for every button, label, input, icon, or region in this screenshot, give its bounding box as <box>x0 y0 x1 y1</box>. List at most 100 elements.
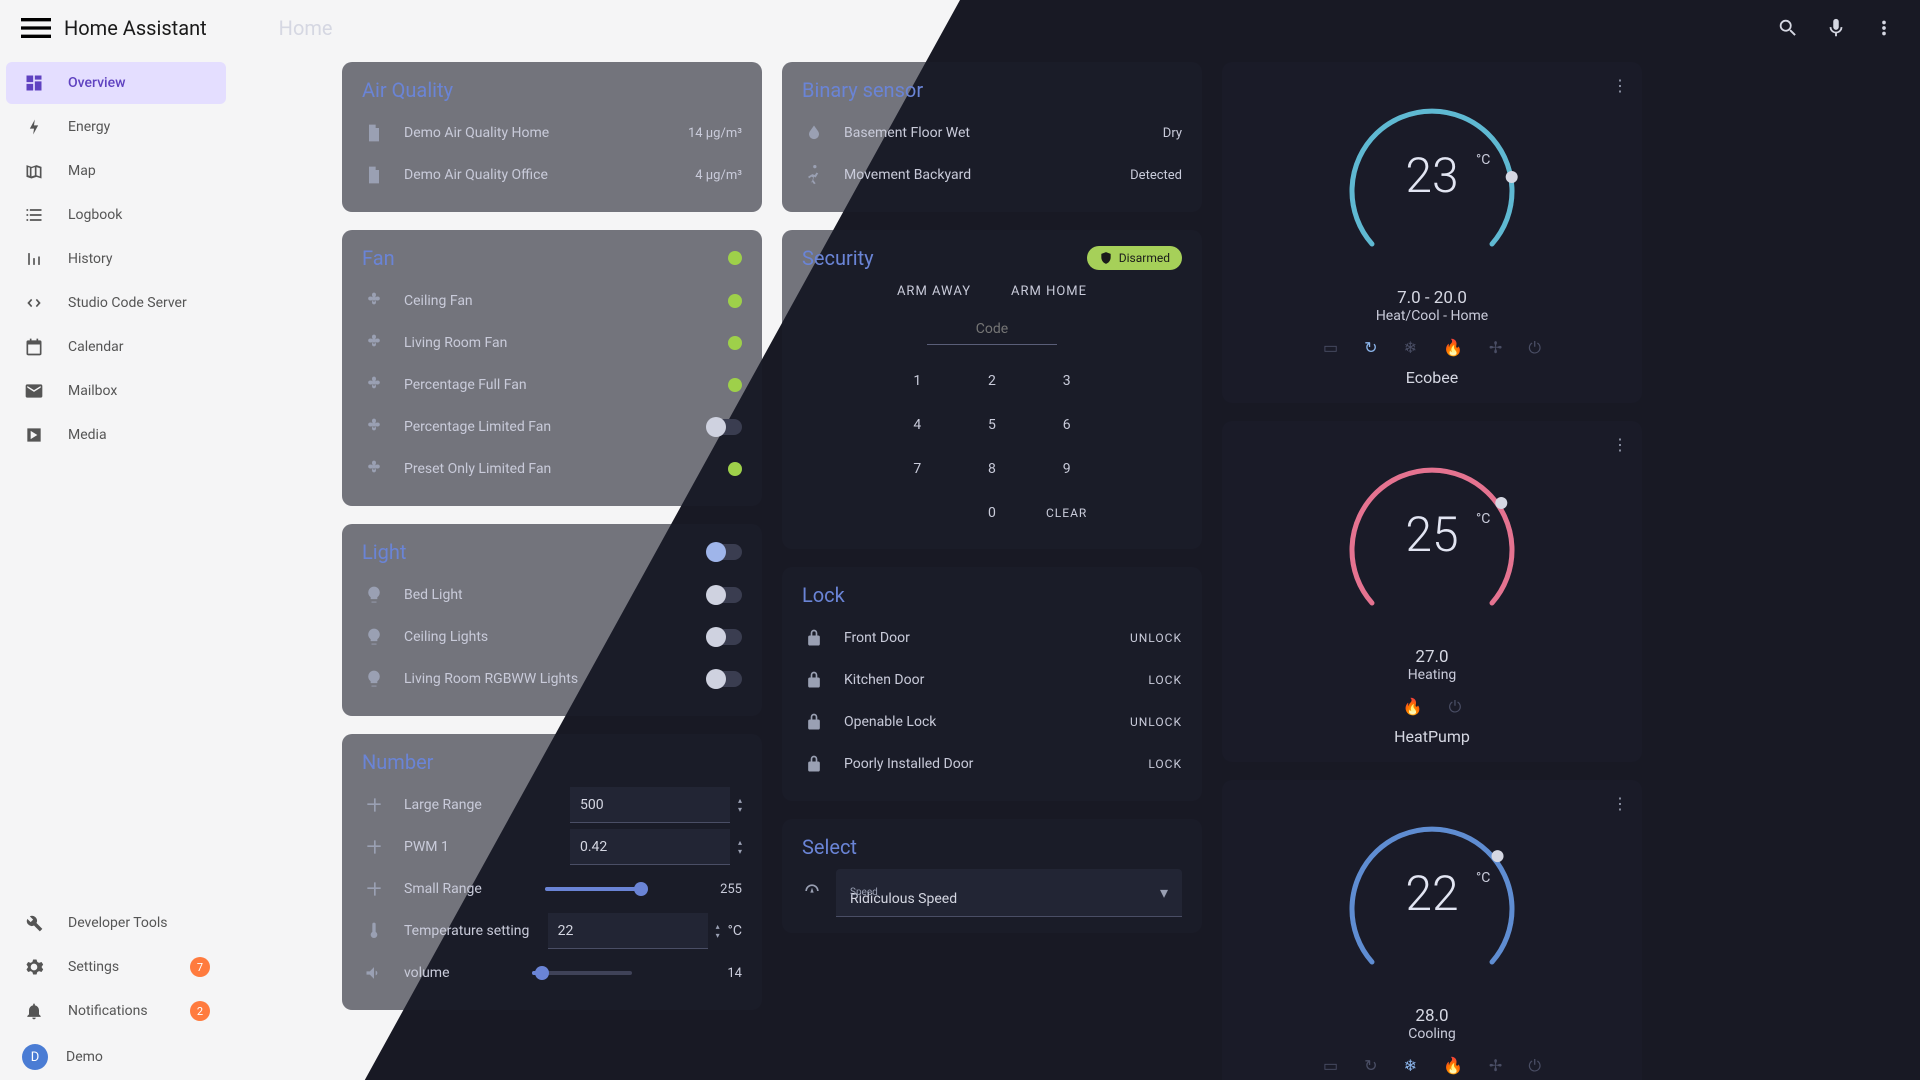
menu-button[interactable] <box>16 8 56 48</box>
entity-name: Ceiling Fan <box>404 293 473 309</box>
mic-icon[interactable] <box>1816 8 1856 48</box>
lock-action-button[interactable]: LOCK <box>1148 673 1182 687</box>
number-input[interactable] <box>570 829 730 865</box>
calendar-icon[interactable]: ▭ <box>1323 338 1338 358</box>
entity-name: Living Room Fan <box>404 335 507 351</box>
toggle[interactable] <box>708 587 742 603</box>
auto-icon[interactable]: ↻ <box>1364 338 1377 358</box>
water-icon <box>802 123 826 143</box>
heat-icon[interactable]: 🔥 <box>1443 338 1463 358</box>
keypad-0[interactable]: 0 <box>957 493 1028 533</box>
sidebar-item-media[interactable]: Media <box>6 414 226 456</box>
lock-action-button[interactable]: UNLOCK <box>1130 715 1182 729</box>
sidebar-user[interactable]: D Demo <box>6 1036 226 1078</box>
number-input[interactable] <box>548 913 708 949</box>
sidebar-item-notifications[interactable]: Notifications2 <box>6 990 226 1032</box>
sidebar-item-label: Media <box>68 427 107 443</box>
light-row[interactable]: Living Room RGBWW Lights <box>362 658 742 700</box>
more-icon[interactable]: ⋮ <box>1612 435 1628 454</box>
keypad-9[interactable]: 9 <box>1031 449 1102 489</box>
lock-action-button[interactable]: UNLOCK <box>1130 631 1182 645</box>
sidebar-item-studio-code-server[interactable]: Studio Code Server <box>6 282 226 324</box>
keypad-5[interactable]: 5 <box>957 405 1028 445</box>
user-name: Demo <box>66 1049 103 1065</box>
entity-value: 4 µg/m³ <box>695 168 742 183</box>
slider[interactable] <box>532 971 632 975</box>
keypad-1[interactable]: 1 <box>882 361 953 401</box>
entity-name: Small Range <box>404 881 482 897</box>
light-row[interactable]: Ceiling Lights <box>362 616 742 658</box>
binary-sensor-row[interactable]: Movement BackyardDetected <box>802 154 1182 196</box>
sidebar-item-logbook[interactable]: Logbook <box>6 194 226 236</box>
arm-away-button[interactable]: ARM AWAY <box>897 284 971 299</box>
code-input[interactable] <box>927 313 1057 345</box>
keypad-8[interactable]: 8 <box>957 449 1028 489</box>
lock-icon <box>802 754 826 774</box>
more-icon[interactable]: ⋮ <box>1612 794 1628 813</box>
cool-icon[interactable]: ❄ <box>1404 338 1417 358</box>
keypad-6[interactable]: 6 <box>1031 405 1102 445</box>
keypad-2[interactable]: 2 <box>957 361 1028 401</box>
calendar-icon <box>22 337 46 357</box>
heat-icon[interactable]: 🔥 <box>1443 1056 1463 1076</box>
stepper[interactable]: ▴▾ <box>716 922 720 940</box>
keypad-4[interactable]: 4 <box>882 405 953 445</box>
overflow-icon[interactable] <box>1864 8 1904 48</box>
power-icon[interactable]: ⏻ <box>1528 1056 1541 1076</box>
select-dropdown[interactable]: Speed Ridiculous Speed ▾ <box>836 869 1182 917</box>
sidebar-item-developer-tools[interactable]: Developer Tools <box>6 902 226 944</box>
card-title: Air Quality <box>362 78 742 102</box>
heat-icon[interactable]: 🔥 <box>1403 697 1423 717</box>
fan-row[interactable]: Living Room Fan <box>362 322 742 364</box>
svg-text:°C: °C <box>1476 152 1490 168</box>
air-quality-row[interactable]: Demo Air Quality Home14 µg/m³ <box>362 112 742 154</box>
lock-card: Lock Front DoorUNLOCKKitchen DoorLOCKOpe… <box>782 567 1202 801</box>
sidebar-item-map[interactable]: Map <box>6 150 226 192</box>
fan-row[interactable]: Ceiling Fan <box>362 280 742 322</box>
sidebar-item-history[interactable]: History <box>6 238 226 280</box>
bulb-icon <box>362 669 386 689</box>
toggle[interactable] <box>708 671 742 687</box>
binary-sensor-row[interactable]: Basement Floor WetDry <box>802 112 1182 154</box>
calendar-icon[interactable]: ▭ <box>1323 1056 1338 1076</box>
number-input[interactable] <box>570 787 730 823</box>
thermostat-mode: Heat/Cool - Home <box>1327 308 1537 324</box>
fan-card: Fan Ceiling FanLiving Room FanPercentage… <box>342 230 762 506</box>
air-quality-row[interactable]: Demo Air Quality Office4 µg/m³ <box>362 154 742 196</box>
auto-icon[interactable]: ↻ <box>1364 1056 1377 1076</box>
toggle[interactable] <box>708 629 742 645</box>
fan-row[interactable]: Percentage Full Fan <box>362 364 742 406</box>
cool-icon[interactable]: ❄ <box>1404 1056 1417 1076</box>
power-icon[interactable]: ⏻ <box>1449 697 1462 717</box>
fan-row[interactable]: Percentage Limited Fan <box>362 406 742 448</box>
unit: °C <box>728 923 742 939</box>
sidebar-item-overview[interactable]: Overview <box>6 62 226 104</box>
more-icon[interactable]: ⋮ <box>1612 76 1628 95</box>
vol-icon <box>362 963 386 983</box>
light-row[interactable]: Bed Light <box>362 574 742 616</box>
sidebar: OverviewEnergyMapLogbook History Studio Co… <box>0 56 232 1080</box>
light-card: Light Bed LightCeiling LightsLiving Room… <box>342 524 762 716</box>
bell-icon <box>22 1001 46 1021</box>
sidebar-item-calendar[interactable]: Calendar <box>6 326 226 368</box>
fan-icon[interactable]: ✢ <box>1489 1056 1502 1076</box>
keypad-clear[interactable]: CLEAR <box>1031 493 1102 533</box>
sidebar-item-label: History <box>68 251 113 267</box>
lock-action-button[interactable]: LOCK <box>1148 757 1182 771</box>
sidebar-item-settings[interactable]: Settings7 <box>6 946 226 988</box>
power-icon[interactable]: ⏻ <box>1528 338 1541 358</box>
slider[interactable] <box>545 887 645 891</box>
keypad-7[interactable]: 7 <box>882 449 953 489</box>
sidebar-item-mailbox[interactable]: Mailbox <box>6 370 226 412</box>
keypad-3[interactable]: 3 <box>1031 361 1102 401</box>
search-icon[interactable] <box>1768 8 1808 48</box>
fan-icon[interactable]: ✢ <box>1489 338 1502 358</box>
sidebar-item-energy[interactable]: Energy <box>6 106 226 148</box>
stepper[interactable]: ▴▾ <box>738 838 742 856</box>
arm-home-button[interactable]: ARM HOME <box>1011 284 1087 299</box>
lock-row: Front DoorUNLOCK <box>802 617 1182 659</box>
toggle[interactable] <box>708 419 742 435</box>
stepper[interactable]: ▴▾ <box>738 796 742 814</box>
fan-row[interactable]: Preset Only Limited Fan <box>362 448 742 490</box>
toggle[interactable] <box>708 544 742 560</box>
